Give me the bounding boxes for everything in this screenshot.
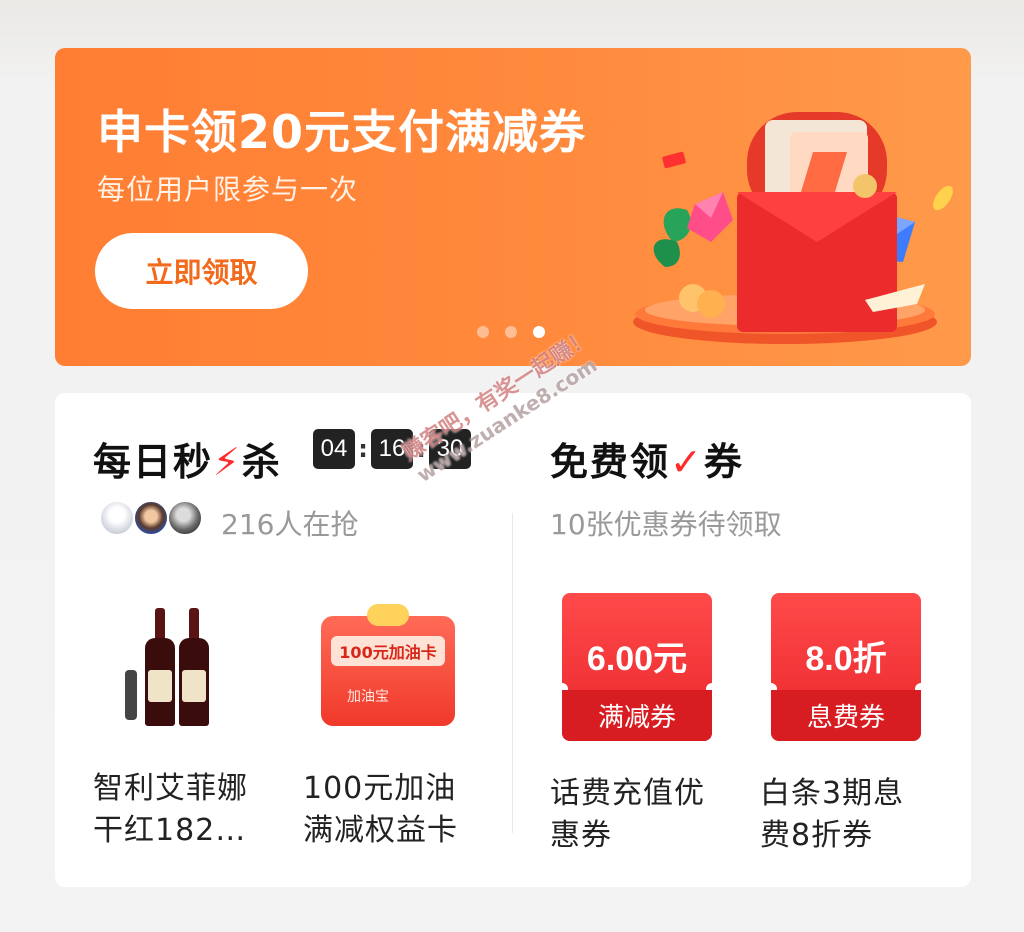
- lightning-bolt-icon: ⚡: [213, 440, 242, 484]
- free-coupons-title-text: 免费领: [550, 440, 671, 484]
- timer-hours: 04: [313, 429, 355, 469]
- flash-sale-title-text: 每日秒: [93, 440, 214, 484]
- coupon-card[interactable]: 8.0折 息费券: [765, 593, 927, 741]
- fuel-card-brand: 加油宝: [347, 689, 389, 705]
- coupon-value: 8.0折: [805, 640, 887, 678]
- coupon-card[interactable]: 6.00元 满减券: [556, 593, 718, 741]
- avatar: [99, 500, 135, 536]
- carousel-dot[interactable]: [477, 326, 489, 338]
- coupon-type: 满减券: [562, 690, 712, 741]
- carousel-dot[interactable]: [505, 326, 517, 338]
- product-name: 100元加油 满减权益卡: [303, 771, 458, 848]
- section-divider: [512, 513, 513, 833]
- banner-title: 申卡领20元支付满减券: [97, 105, 587, 159]
- free-coupons-title-tail: 券: [703, 440, 744, 484]
- wine-bottle-icon: [93, 598, 253, 728]
- claim-now-button[interactable]: 立即领取: [95, 233, 308, 309]
- participant-avatars: [99, 500, 203, 536]
- checkmark-icon: ✓: [670, 440, 704, 484]
- fuel-card-label: 100元加油卡: [331, 636, 445, 666]
- promo-banner[interactable]: 申卡领20元支付满减券 每位用户限参与一次 立即领取: [55, 48, 971, 366]
- deals-card: 每日秒⚡杀 04 : 16 : 30 216人在抢 智利艾菲娜 干红182… 1…: [55, 393, 971, 887]
- product-item[interactable]: 100元加油卡 加油宝 100元加油 满减权益卡: [303, 598, 463, 852]
- fuel-card-icon: 100元加油卡 加油宝: [303, 598, 463, 728]
- coupon-type: 息费券: [771, 690, 921, 741]
- coupons-available-count: 10张优惠券待领取: [550, 508, 782, 541]
- carousel-dot-active[interactable]: [533, 326, 545, 338]
- free-coupons-title[interactable]: 免费领✓券: [550, 431, 744, 486]
- coupon-name[interactable]: 话费充值优 惠券: [550, 773, 720, 857]
- product-item[interactable]: 智利艾菲娜 干红182…: [93, 598, 253, 852]
- banner-subtitle: 每位用户限参与一次: [97, 173, 359, 206]
- red-envelope-icon: [633, 112, 953, 344]
- flash-sale-title-tail: 杀: [241, 440, 282, 484]
- avatar: [167, 500, 203, 536]
- coupon-name[interactable]: 白条3期息 费8折券: [760, 773, 930, 857]
- flash-sale-title[interactable]: 每日秒⚡杀: [93, 431, 282, 486]
- avatar: [133, 500, 169, 536]
- participant-count: 216人在抢: [221, 508, 359, 541]
- coupon-value: 6.00元: [586, 640, 688, 678]
- carousel-dots[interactable]: [477, 326, 545, 338]
- product-name: 智利艾菲娜 干红182…: [93, 771, 248, 848]
